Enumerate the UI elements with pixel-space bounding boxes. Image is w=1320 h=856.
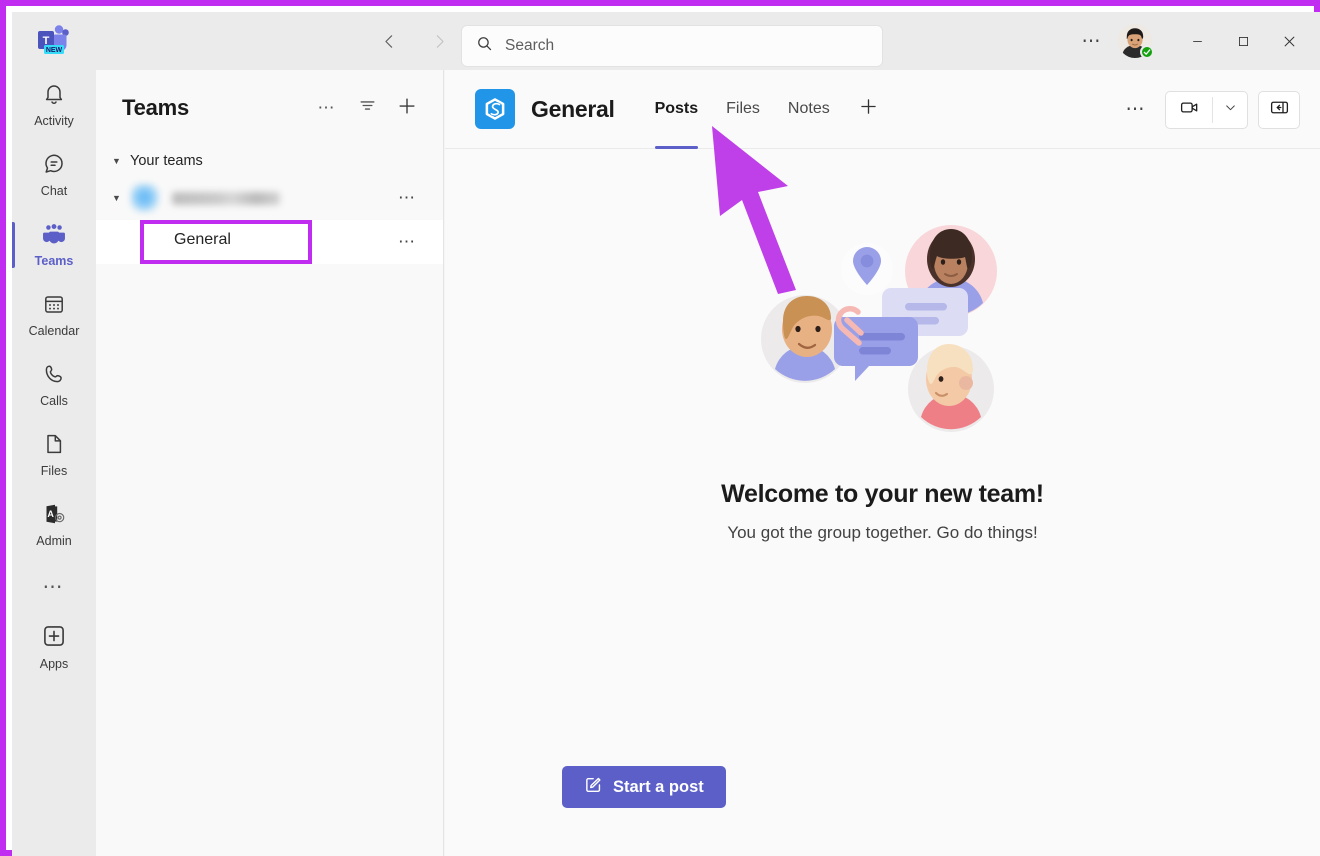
group-label: Your teams <box>130 153 203 169</box>
empty-state: Welcome to your new team! You got the gr… <box>445 149 1320 769</box>
annotation-frame: T NEW Search ⋯ <box>0 0 1320 856</box>
admin-icon: A <box>42 502 66 531</box>
maximize-button[interactable] <box>1220 18 1266 64</box>
teams-app-window: T NEW Search ⋯ <box>12 12 1320 856</box>
sidebar-item-label: Files <box>41 464 67 478</box>
tab-label: Posts <box>655 100 699 118</box>
sidebar-item-calendar[interactable]: Calendar <box>12 280 96 350</box>
tab-files[interactable]: Files <box>712 70 774 149</box>
sidebar-item-label: Calendar <box>29 324 80 338</box>
sidebar-item-admin[interactable]: A Admin <box>12 490 96 560</box>
compose-icon <box>584 775 603 799</box>
svg-text:A: A <box>47 509 54 519</box>
team-avatar-redacted <box>130 183 160 213</box>
add-team-button[interactable] <box>389 90 425 126</box>
ellipsis-icon: ⋯ <box>318 98 337 118</box>
channel-more-options-button[interactable]: ⋯ <box>1117 93 1155 127</box>
chevron-down-icon[interactable]: ▼ <box>112 193 122 203</box>
sidebar-item-label: Admin <box>36 534 71 548</box>
filter-icon <box>358 96 377 120</box>
people-icon <box>41 222 67 251</box>
channel-header-actions: ⋯ <box>1117 70 1300 149</box>
document-icon <box>42 432 66 461</box>
teams-more-options-button[interactable]: ⋯ <box>309 90 345 126</box>
presence-available-icon <box>1140 45 1154 59</box>
channel-header: General Posts Files Notes ⋯ <box>445 70 1320 149</box>
tab-posts[interactable]: Posts <box>641 70 713 149</box>
page-title: Teams <box>122 95 189 121</box>
teams-list-panel: Teams ⋯ ▼ Your teams <box>96 70 444 856</box>
sidebar-item-calls[interactable]: Calls <box>12 350 96 420</box>
navigation-arrows <box>374 26 454 56</box>
sidebar-item-chat[interactable]: Chat <box>12 140 96 210</box>
channel-title: General <box>531 96 615 123</box>
svg-text:NEW: NEW <box>46 47 63 54</box>
avatar[interactable] <box>1118 24 1152 58</box>
start-a-post-button[interactable]: Start a post <box>562 766 726 808</box>
sidebar-item-teams[interactable]: Teams <box>12 210 96 280</box>
chevron-down-icon: ▼ <box>112 156 122 166</box>
sidebar-item-activity[interactable]: Activity <box>12 70 96 140</box>
tab-notes[interactable]: Notes <box>774 70 844 149</box>
search-icon <box>476 35 493 57</box>
minimize-button[interactable] <box>1174 18 1220 64</box>
sidebar-item-label: Chat <box>41 184 67 198</box>
bell-icon <box>42 82 66 111</box>
app-rail: Activity Chat Teams Calenda <box>12 70 96 856</box>
team-logo-icon <box>475 89 515 129</box>
forward-button[interactable] <box>424 26 454 56</box>
filter-button[interactable] <box>349 90 385 126</box>
team-row[interactable]: ▼ ⋯ <box>96 176 443 220</box>
channel-name-label: General <box>174 231 231 249</box>
close-button[interactable] <box>1266 18 1312 64</box>
channel-tabs: Posts Files Notes <box>641 70 888 149</box>
panel-toggle-icon <box>1269 97 1290 123</box>
tab-label: Notes <box>788 100 830 118</box>
chevron-down-icon <box>1224 101 1237 119</box>
sidebar-item-label: Apps <box>40 657 69 671</box>
video-camera-icon <box>1179 97 1200 123</box>
search-bar[interactable]: Search <box>462 26 882 66</box>
sidebar-item-label: Calls <box>40 394 68 408</box>
rail-more-apps-button[interactable]: ⋯ <box>12 560 96 612</box>
team-collaboration-illustration <box>733 211 1033 456</box>
titlebar-right-controls: ⋯ <box>1072 12 1312 70</box>
tab-label: Files <box>726 100 760 118</box>
phone-icon <box>42 362 66 391</box>
start-post-label: Start a post <box>613 778 704 797</box>
sidebar-item-apps[interactable]: Apps <box>12 612 96 682</box>
calendar-icon <box>42 292 66 321</box>
meet-now-button[interactable] <box>1166 91 1212 129</box>
search-input[interactable]: Search <box>505 37 554 55</box>
team-name-redacted <box>172 192 280 205</box>
back-button[interactable] <box>374 26 404 56</box>
sidebar-item-label: Teams <box>35 254 74 268</box>
toggle-side-panel-button[interactable] <box>1258 91 1300 129</box>
teams-app-logo-icon: T NEW <box>34 22 74 60</box>
your-teams-group-header[interactable]: ▼ Your teams <box>96 146 443 176</box>
team-more-options-button[interactable]: ⋯ <box>398 188 417 208</box>
channel-row-general[interactable]: General ⋯ <box>96 220 443 264</box>
teams-panel-header: Teams ⋯ <box>96 70 443 146</box>
chat-bubble-icon <box>42 152 66 181</box>
sidebar-item-label: Activity <box>34 114 74 128</box>
welcome-subtitle: You got the group together. Go do things… <box>727 523 1037 543</box>
channel-more-options-button[interactable]: ⋯ <box>398 232 417 252</box>
teams-panel-actions: ⋯ <box>309 90 425 126</box>
plus-icon <box>396 95 418 122</box>
plus-box-icon <box>41 623 67 654</box>
settings-and-more-button[interactable]: ⋯ <box>1072 24 1112 58</box>
main-content: General Posts Files Notes ⋯ <box>445 70 1320 856</box>
meet-now-group <box>1165 91 1248 129</box>
welcome-title: Welcome to your new team! <box>721 480 1044 509</box>
title-bar: T NEW Search ⋯ <box>12 12 1320 70</box>
add-tab-button[interactable] <box>850 90 888 128</box>
meet-options-button[interactable] <box>1213 91 1247 129</box>
plus-icon <box>858 96 879 122</box>
sidebar-item-files[interactable]: Files <box>12 420 96 490</box>
